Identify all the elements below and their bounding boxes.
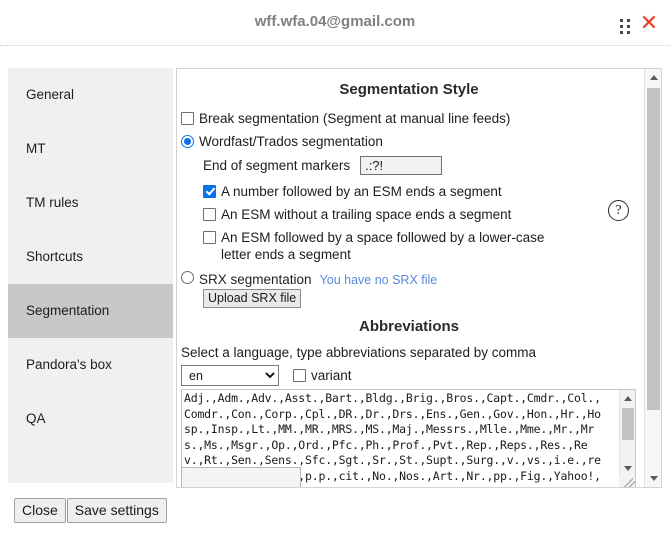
panel-scroll-up-icon[interactable] <box>645 69 661 86</box>
srx-segmentation-row[interactable]: SRX segmentation You have no SRX file <box>181 269 637 287</box>
sidebar-item-label: Shortcuts <box>26 249 84 264</box>
srx-status-note: You have no SRX file <box>319 273 438 287</box>
upload-srx-file-button[interactable]: Upload SRX file <box>203 289 302 308</box>
sidebar-item-pandoras-box[interactable]: Pandora's box <box>8 338 173 392</box>
end-of-segment-markers-row: End of segment markers <box>203 156 637 175</box>
esm-number-rule-checkbox[interactable] <box>203 185 216 198</box>
sidebar-item-label: QA <box>26 411 46 426</box>
language-select[interactable]: en <box>181 365 279 386</box>
sidebar-item-label: General <box>26 87 75 102</box>
sidebar-item-qa[interactable]: QA <box>8 392 173 446</box>
drag-dots-icon[interactable] <box>620 19 632 35</box>
abbrev-scroll-down-icon[interactable] <box>620 460 635 476</box>
esm-lowercase-rule-checkbox[interactable] <box>203 231 216 244</box>
abbrev-scroll-up-icon[interactable] <box>620 390 635 406</box>
dialog-titlebar: wff.wfa.04@gmail.com ✕ <box>0 0 670 46</box>
variant-checkbox[interactable] <box>293 369 306 382</box>
end-of-segment-markers-label: End of segment markers <box>203 158 351 173</box>
esm-no-trailing-space-rule-label: An ESM without a trailing space ends a s… <box>221 207 512 222</box>
sidebar-item-general[interactable]: General <box>8 68 173 122</box>
sidebar-item-label: Segmentation <box>26 303 110 318</box>
segmentation-style-heading: Segmentation Style <box>339 81 479 98</box>
sidebar-item-shortcuts[interactable]: Shortcuts <box>8 230 173 284</box>
sidebar-item-tm-rules[interactable]: TM rules <box>8 176 173 230</box>
question-mark-icon[interactable]: ? <box>608 200 629 221</box>
abbreviations-instruction: Select a language, type abbreviations se… <box>181 345 536 360</box>
panel-scrollbar[interactable] <box>644 69 661 487</box>
esm-no-trailing-space-rule-row[interactable]: An ESM without a trailing space ends a s… <box>203 206 637 223</box>
srx-segmentation-label: SRX segmentation <box>199 272 312 287</box>
panel-scrollbar-thumb[interactable] <box>647 88 660 410</box>
esm-lowercase-rule-row[interactable]: An ESM followed by a space followed by a… <box>203 229 575 263</box>
settings-content-panel: Segmentation Style Break segmentation (S… <box>176 68 662 488</box>
esm-number-rule-label: A number followed by an ESM ends a segme… <box>221 184 502 199</box>
break-segmentation-row[interactable]: Break segmentation (Segment at manual li… <box>181 110 637 127</box>
language-row: en variant <box>181 365 637 386</box>
esm-number-rule-row[interactable]: A number followed by an ESM ends a segme… <box>203 183 637 200</box>
sidebar-item-mt[interactable]: MT <box>8 122 173 176</box>
sidebar-item-label: TM rules <box>26 195 79 210</box>
partial-control-below-textarea[interactable] <box>181 467 301 487</box>
variant-row[interactable]: variant <box>293 368 352 383</box>
variant-label: variant <box>311 368 352 383</box>
close-button[interactable]: Close <box>14 498 66 523</box>
wordfast-segmentation-row[interactable]: Wordfast/Trados segmentation <box>181 133 637 150</box>
wordfast-segmentation-label: Wordfast/Trados segmentation <box>199 134 383 149</box>
abbreviations-scrollbar[interactable] <box>619 390 635 487</box>
panel-scroll-content: Segmentation Style Break segmentation (S… <box>177 69 645 487</box>
save-settings-button[interactable]: Save settings <box>66 498 167 523</box>
esm-no-trailing-space-rule-checkbox[interactable] <box>203 208 216 221</box>
break-segmentation-label: Break segmentation (Segment at manual li… <box>199 111 511 126</box>
wordfast-segmentation-radio[interactable] <box>181 135 194 148</box>
end-of-segment-markers-input[interactable] <box>360 156 443 175</box>
esm-lowercase-rule-label: An ESM followed by a space followed by a… <box>221 230 545 262</box>
abbrev-scrollbar-thumb[interactable] <box>622 408 634 440</box>
sidebar-item-label: Pandora's box <box>26 357 112 372</box>
resize-grip-icon[interactable] <box>619 476 635 487</box>
srx-segmentation-radio[interactable] <box>181 271 194 284</box>
dialog-footer: Close Save settings <box>14 498 168 523</box>
panel-scroll-down-icon[interactable] <box>645 470 661 487</box>
settings-dialog: wff.wfa.04@gmail.com ✕ General MT TM rul… <box>0 0 670 536</box>
abbreviations-heading: Abbreviations <box>358 318 460 335</box>
settings-sidebar: General MT TM rules Shortcuts Segmentati… <box>8 68 173 483</box>
break-segmentation-checkbox[interactable] <box>181 112 194 125</box>
sidebar-item-label: MT <box>26 141 46 156</box>
sidebar-item-segmentation[interactable]: Segmentation <box>8 284 173 338</box>
account-email-title: wff.wfa.04@gmail.com <box>254 13 416 30</box>
close-x-icon[interactable]: ✕ <box>638 13 660 35</box>
